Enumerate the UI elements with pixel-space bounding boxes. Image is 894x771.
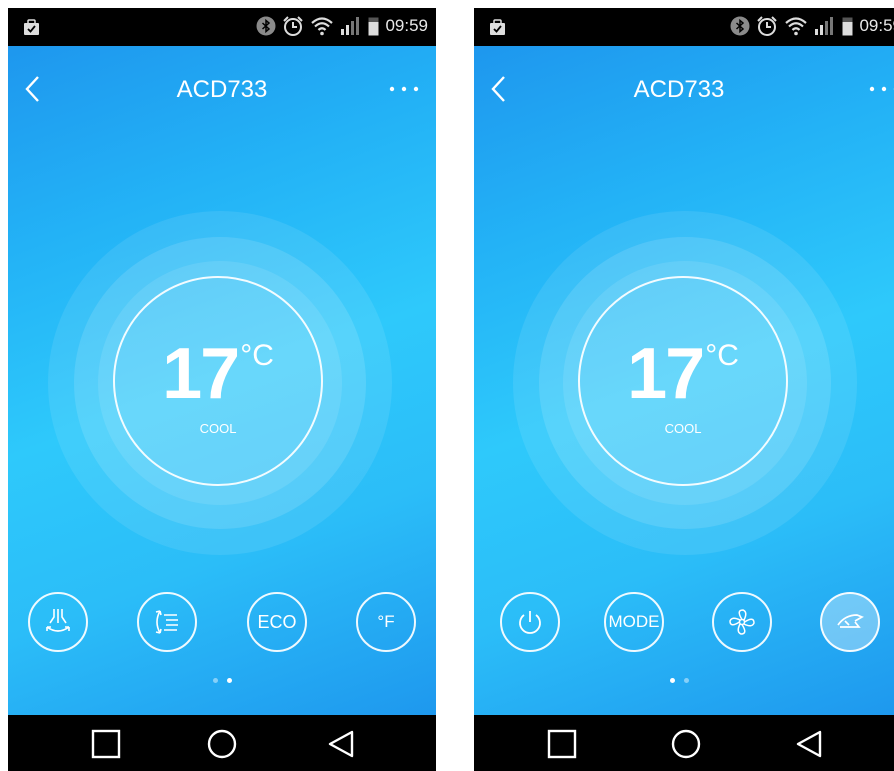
fahrenheit-label: °F [377,612,395,631]
briefcase-notification-icon [24,19,39,35]
android-nav-bar [8,715,436,771]
recents-square-icon[interactable] [91,729,121,759]
back-triangle-icon[interactable] [794,729,824,759]
bluetooth-icon [730,16,750,36]
app-header: ACD733 [8,46,436,116]
swing-vertical-button[interactable] [28,592,88,652]
swing-horizontal-button[interactable] [137,592,197,652]
eco-button[interactable]: ECO [247,592,307,652]
device-title: ACD733 [176,76,268,103]
power-button[interactable] [500,592,560,652]
alarm-icon [757,16,778,36]
device-title: ACD733 [633,76,725,103]
turbo-icon [837,614,864,628]
fan-speed-button[interactable] [712,592,772,652]
back-triangle-icon[interactable] [326,729,356,759]
status-bar: 09:59 [8,8,436,46]
temperature-dial[interactable]: 17°C COOL [48,211,392,555]
app-header: ACD733 [474,46,894,116]
mode-label: COOL [199,421,237,436]
temperature-dial[interactable]: 17°C COOL [513,211,857,555]
wifi-icon [785,17,808,36]
page-indicator [8,678,436,686]
fan-icon [729,609,755,635]
battery-icon [842,17,853,36]
more-options-icon[interactable] [864,82,894,96]
alarm-icon [283,16,304,36]
status-bar: 09:59 [474,8,894,46]
page-dot-1[interactable] [212,678,218,683]
briefcase-notification-icon [490,19,505,35]
home-circle-icon[interactable] [207,729,237,759]
android-nav-bar [474,715,894,771]
ac-control-screen: ACD733 17°C COOL ECO °F [8,46,436,715]
mode-label: COOL [664,421,702,436]
temperature-value: 17 [627,334,705,414]
page-indicator [474,678,894,686]
fahrenheit-button[interactable]: °F [356,592,416,652]
temperature-readout: 17°C [580,333,786,415]
mode-button-label: MODE [608,612,660,631]
clock-time: 09:59 [859,16,894,35]
dial-core: 17°C COOL [113,276,323,486]
power-icon [519,611,541,634]
temperature-unit: °C [240,339,274,372]
more-options-icon[interactable] [384,82,424,96]
turbo-button[interactable] [820,592,880,652]
temperature-unit: °C [705,339,739,372]
signal-icon [341,17,360,35]
temperature-readout: 17°C [115,333,321,415]
ac-control-screen: ACD733 17°C COOL MODE [474,46,894,715]
dial-core: 17°C COOL [578,276,788,486]
swing-horizontal-icon [155,610,178,634]
signal-icon [815,17,834,35]
home-circle-icon[interactable] [671,729,701,759]
phone-screen-left: 09:59 ACD733 17°C COOL ECO °F [8,8,436,771]
phone-screen-right: 09:59 ACD733 17°C COOL [474,8,894,771]
wifi-icon [311,17,334,36]
page-dot-2[interactable] [683,678,689,683]
mode-button[interactable]: MODE [604,592,664,652]
control-button-row: MODE [474,592,894,662]
page-dot-1-active[interactable] [669,678,675,683]
page-dot-2-active[interactable] [226,678,232,683]
recents-square-icon[interactable] [547,729,577,759]
eco-label: ECO [257,611,297,632]
temperature-value: 17 [162,334,240,414]
bluetooth-icon [256,16,276,36]
control-button-row: ECO °F [8,592,436,662]
battery-icon [368,17,379,36]
clock-time: 09:59 [385,16,428,35]
swing-vertical-icon [46,609,70,632]
